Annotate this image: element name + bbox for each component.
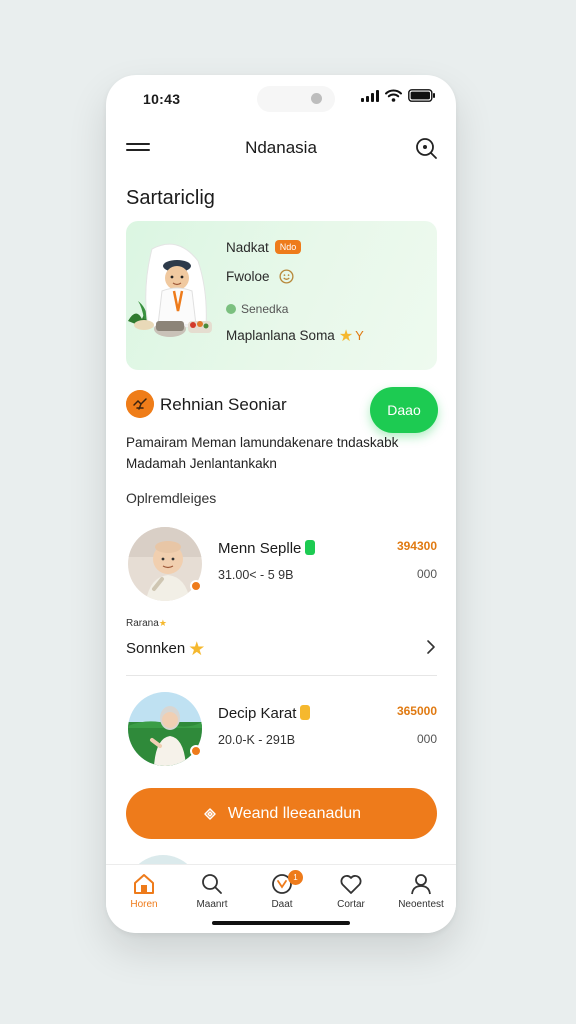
mini-star-icon: ★ (158, 618, 167, 628)
feature-row: Rehnian Seoniar Daao (126, 387, 438, 433)
battery-icon (408, 89, 435, 102)
location-pin-icon (226, 304, 236, 314)
notification-badge: 1 (288, 870, 303, 885)
cta-icon (204, 807, 216, 820)
sub-heading: Oplremdleiges (126, 490, 217, 506)
hero-line-1-text: Nadkat (226, 240, 269, 255)
listing-name-text: Menn Seplle (218, 540, 302, 557)
hero-line-1: Nadkat Ndo (226, 240, 302, 255)
hero-line-3: Senedka (226, 302, 288, 316)
home-icon (134, 874, 154, 894)
star-icon: ★ (338, 328, 354, 345)
cta-label: Weand lleeanadun (227, 804, 362, 822)
signal-icon (361, 89, 379, 102)
tab-label: Daat (271, 899, 293, 910)
phone-screen: 10:43 Ndanasia Sartariclig Nadkat Ndo Fw… (106, 75, 456, 933)
tab-label: Horen (130, 899, 158, 910)
hero-tag: Ndo (274, 240, 302, 254)
verified-badge-icon (305, 540, 316, 555)
app-header: Ndanasia (106, 125, 456, 171)
tab-label: Cortar (337, 899, 365, 910)
status-bar: 10:43 (106, 75, 456, 121)
search-icon (202, 874, 222, 894)
hero-line-4-suffix: Y (355, 328, 364, 343)
verified-badge-icon (300, 705, 311, 720)
bottom-tab-bar: Horen Maanrt 1 Daat Cortar Neoentest (106, 864, 456, 933)
tab-label: Maanrt (196, 899, 228, 910)
listing-item[interactable]: Menn Seplle 31.00< - 5 9B 394300 000 (126, 525, 437, 605)
star-icon: ★ (188, 639, 206, 660)
listing-name: Decip Karat (218, 705, 311, 722)
sponsor-text-label: Sonnken (126, 640, 186, 657)
section-title: Sartariclig (126, 187, 215, 209)
hero-line-4: Maplanlana Soma ★ Y (226, 326, 364, 346)
camera-notch (257, 86, 335, 112)
small-label: Rarana★ (126, 618, 167, 629)
feature-title: Rehnian Seoniar (160, 395, 287, 414)
listing-name-text: Decip Karat (218, 705, 297, 722)
feature-icon (126, 390, 154, 418)
tab-label: Neoentest (398, 899, 444, 910)
avatar-status-dot (190, 745, 202, 757)
feature-action-button[interactable]: Daao (370, 387, 438, 433)
avatar-status-dot (190, 580, 202, 592)
tab-favorites[interactable]: Cortar (316, 873, 386, 919)
hero-line-2: Fwoloe (226, 269, 294, 284)
listing-count: 000 (416, 567, 437, 581)
heart-icon (340, 875, 362, 894)
header-title: Ndanasia (245, 138, 317, 157)
tab-profile[interactable]: Neoentest (386, 873, 456, 919)
user-icon (411, 874, 431, 895)
listing-count: 000 (416, 732, 437, 746)
status-icons (361, 89, 436, 102)
tab-home[interactable]: Horen (109, 873, 179, 919)
search-icon[interactable] (414, 136, 438, 160)
hero-line-3-text: Senedka (241, 302, 289, 316)
tab-activity[interactable]: 1 Daat (247, 870, 317, 919)
cta-button[interactable]: Weand lleeanadun (126, 788, 437, 839)
listing-name: Menn Seplle (218, 540, 316, 557)
chevron-right-icon[interactable] (425, 639, 437, 655)
listing-range: 20.0-K - 291B (218, 733, 296, 747)
listing-price: 365000 (396, 704, 437, 718)
tab-search[interactable]: Maanrt (177, 873, 247, 919)
hero-card[interactable]: Nadkat Ndo Fwoloe Senedka Maplanlana Soma… (126, 221, 437, 370)
description-text: Pamairam Meman lamundakenare tndaskabk M… (126, 435, 399, 471)
smile-icon (279, 269, 294, 284)
hero-line-2-text: Fwoloe (226, 269, 270, 284)
camera-dot (311, 93, 322, 104)
home-indicator (212, 921, 350, 925)
wifi-icon (385, 89, 402, 102)
sponsor-text: Sonnken ★ (126, 638, 205, 661)
listing-range: 31.00< - 5 9B (218, 568, 294, 582)
status-time: 10:43 (143, 91, 181, 107)
hero-illustration (128, 243, 212, 337)
divider (126, 675, 437, 676)
listing-price: 394300 (396, 539, 437, 553)
sponsor-row[interactable]: Sonnken ★ (126, 635, 437, 661)
small-label-text: Rarana (126, 618, 159, 629)
hero-line-4-text: Maplanlana Soma (226, 328, 335, 343)
listing-item[interactable]: Decip Karat 20.0-K - 291B 365000 000 (126, 690, 437, 770)
